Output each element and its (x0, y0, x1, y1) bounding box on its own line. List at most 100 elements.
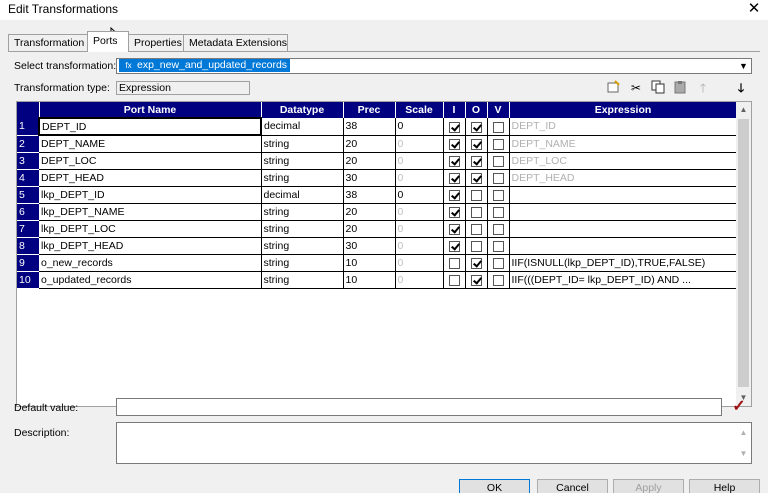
datatype-cell[interactable]: string (261, 203, 344, 221)
move-down-icon[interactable]: 🡓 (733, 80, 749, 96)
port-name-cell[interactable]: DEPT_LOC (39, 152, 262, 170)
datatype-cell[interactable]: string (261, 271, 344, 289)
chevron-down-icon[interactable]: ▼ (737, 60, 750, 72)
column-header-datatype[interactable]: Datatype (261, 102, 344, 118)
scale-cell[interactable]: 0 (395, 220, 444, 238)
datatype-cell[interactable]: decimal (261, 118, 344, 136)
port-name-cell[interactable]: DEPT_HEAD (39, 169, 262, 187)
tab-ports[interactable]: Ports (87, 31, 129, 52)
paste-icon[interactable] (672, 80, 688, 96)
variable-checkbox[interactable] (492, 156, 504, 167)
table-row[interactable]: 5 lkp_DEPT_ID decimal 38 0 (17, 186, 738, 204)
prec-cell[interactable]: 10 (343, 254, 396, 272)
input-checkbox[interactable] (448, 258, 460, 269)
expression-cell[interactable]: DEPT_NAME (509, 135, 738, 153)
table-row[interactable]: 6 lkp_DEPT_NAME string 20 0 (17, 203, 738, 221)
input-checkbox[interactable] (448, 241, 460, 252)
datatype-cell[interactable]: string (261, 152, 344, 170)
scale-cell[interactable]: 0 (395, 118, 444, 136)
port-name-cell[interactable]: lkp_DEPT_HEAD (39, 237, 262, 255)
apply-button[interactable]: Apply (613, 479, 684, 493)
help-button[interactable]: Help (689, 479, 760, 493)
table-row[interactable]: 8 lkp_DEPT_HEAD string 30 0 (17, 237, 738, 255)
datatype-cell[interactable]: string (261, 169, 344, 187)
variable-checkbox[interactable] (492, 190, 504, 201)
scale-cell[interactable]: 0 (395, 271, 444, 289)
variable-checkbox[interactable] (492, 121, 504, 133)
scale-cell[interactable]: 0 (395, 186, 444, 204)
expression-cell[interactable] (509, 220, 738, 238)
input-checkbox[interactable] (448, 156, 460, 167)
expression-cell[interactable]: DEPT_HEAD (509, 169, 738, 187)
tab-transformation[interactable]: Transformation (8, 34, 88, 52)
input-checkbox[interactable] (448, 275, 460, 286)
column-header-variable[interactable]: V (487, 102, 510, 118)
column-header-output[interactable]: O (465, 102, 488, 118)
table-row[interactable]: 1 DEPT_ID decimal 38 0 DEPT_ID (17, 117, 738, 136)
variable-checkbox[interactable] (492, 258, 504, 269)
input-checkbox[interactable] (448, 207, 460, 218)
prec-cell[interactable]: 20 (343, 220, 396, 238)
select-transformation-dropdown[interactable]: fx exp_new_and_updated_records ▼ (116, 58, 752, 74)
column-header-scale[interactable]: Scale (395, 102, 444, 118)
datatype-cell[interactable]: string (261, 220, 344, 238)
description-input[interactable]: ▲ ▼ (116, 422, 752, 464)
table-row[interactable]: 2 DEPT_NAME string 20 0 DEPT_NAME (17, 135, 738, 153)
port-name-cell[interactable]: lkp_DEPT_ID (39, 186, 262, 204)
copy-icon[interactable] (650, 80, 666, 96)
tab-properties[interactable]: Properties (128, 34, 184, 52)
variable-checkbox[interactable] (492, 139, 504, 150)
description-scrollbar[interactable]: ▲ ▼ (736, 423, 751, 463)
move-up-icon[interactable]: 🡑 (695, 80, 711, 96)
input-checkbox[interactable] (448, 139, 460, 150)
scale-cell[interactable]: 0 (395, 135, 444, 153)
close-icon[interactable]: ✕ (746, 0, 762, 18)
tab-metadata-extensions[interactable]: Metadata Extensions (183, 34, 288, 52)
variable-checkbox[interactable] (492, 207, 504, 218)
variable-checkbox[interactable] (492, 241, 504, 252)
output-checkbox[interactable] (470, 139, 482, 150)
variable-checkbox[interactable] (492, 275, 504, 286)
datatype-cell[interactable]: string (261, 254, 344, 272)
cut-icon[interactable]: ✂ (628, 80, 644, 96)
output-checkbox[interactable] (470, 121, 482, 133)
port-name-cell[interactable]: o_updated_records (39, 271, 262, 289)
prec-cell[interactable]: 30 (343, 169, 396, 187)
scrollbar-thumb[interactable] (738, 119, 749, 387)
new-port-icon[interactable] (605, 80, 621, 96)
port-name-cell[interactable]: DEPT_ID (38, 117, 262, 136)
ok-button[interactable]: OK (459, 479, 530, 493)
prec-cell[interactable]: 38 (343, 186, 396, 204)
port-name-cell[interactable]: lkp_DEPT_LOC (39, 220, 262, 238)
output-checkbox[interactable] (470, 190, 482, 201)
prec-cell[interactable]: 20 (343, 203, 396, 221)
expression-cell[interactable] (509, 237, 738, 255)
output-checkbox[interactable] (470, 241, 482, 252)
table-row[interactable]: 10 o_updated_records string 10 0 IIF(((DEPT_I… (17, 271, 738, 289)
column-header-port-name[interactable]: Port Name (39, 102, 262, 118)
datatype-cell[interactable]: string (261, 237, 344, 255)
expression-cell[interactable]: DEPT_ID (509, 118, 738, 136)
scroll-down-icon[interactable]: ▼ (736, 447, 751, 460)
column-header-prec[interactable]: Prec (343, 102, 396, 118)
column-header-expression[interactable]: Expression (509, 102, 738, 118)
variable-checkbox[interactable] (492, 224, 504, 235)
expression-cell[interactable] (509, 203, 738, 221)
input-checkbox[interactable] (448, 173, 460, 184)
expression-cell[interactable] (509, 186, 738, 204)
scale-cell[interactable]: 0 (395, 237, 444, 255)
expression-cell[interactable]: IIF(ISNULL(lkp_DEPT_ID),TRUE,FALSE) (509, 254, 738, 272)
scroll-up-icon[interactable]: ▲ (736, 102, 751, 118)
output-checkbox[interactable] (470, 156, 482, 167)
output-checkbox[interactable] (470, 224, 482, 235)
output-checkbox[interactable] (470, 173, 482, 184)
output-checkbox[interactable] (470, 258, 482, 269)
prec-cell[interactable]: 20 (343, 152, 396, 170)
port-name-cell[interactable]: lkp_DEPT_NAME (39, 203, 262, 221)
column-header-input[interactable]: I (443, 102, 466, 118)
validate-check-icon[interactable]: ✓ (730, 398, 748, 416)
port-name-cell[interactable]: DEPT_NAME (39, 135, 262, 153)
table-row[interactable]: 9 o_new_records string 10 0 IIF(ISNULL(lkp_DE… (17, 254, 738, 272)
table-row[interactable]: 4 DEPT_HEAD string 30 0 DEPT_HEAD (17, 169, 738, 187)
expression-cell[interactable]: DEPT_LOC (509, 152, 738, 170)
